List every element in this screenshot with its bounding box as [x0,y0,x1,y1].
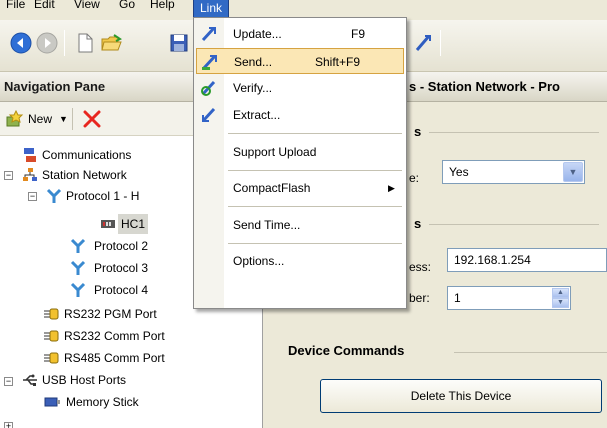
tree-item-label: RS232 Comm Port [64,329,165,343]
menu-item-send-time[interactable]: Send Time... [196,212,404,238]
menu-item-extract[interactable]: Extract... [196,102,404,128]
toolbar-separator [64,30,65,56]
chevron-down-icon[interactable]: ▼ [563,162,583,182]
submenu-arrow-icon: ▶ [388,183,395,193]
menu-item-verify[interactable]: Verify... [196,75,404,101]
serial-port-icon [44,308,59,320]
menu-item-update[interactable]: Update... F9 [196,21,404,47]
tree-item-label: Communications [42,148,132,162]
setting-label: ess: [409,260,432,274]
collapse-toggle[interactable]: − [4,171,13,180]
menu-view[interactable]: View [68,0,106,14]
menu-separator [228,243,402,244]
chevron-down-icon: ▼ [59,114,68,124]
menu-file[interactable]: File [0,0,31,14]
link-menu: Update... F9 Send... Shift+F9 Verify... … [193,17,407,309]
tree-item-label: RS485 Comm Port [64,351,165,365]
group-divider [429,132,599,133]
menu-item-shortcut: F9 [351,27,366,41]
menu-item-label: Options... [233,254,285,268]
menu-separator [228,170,402,171]
usb-icon [23,374,37,386]
link-arrow-icon[interactable] [412,32,434,54]
menu-item-send[interactable]: Send... Shift+F9 [196,48,404,74]
tree-item-label: Protocol 4 [94,283,149,297]
setting-label: ber: [409,291,430,305]
toolbar-separator [440,30,441,56]
spin-up-icon[interactable]: ▲ [552,288,569,298]
network-icon [23,168,37,181]
serial-port-icon [44,330,59,342]
device-commands-title: Device Commands [288,343,405,358]
collapse-toggle[interactable]: − [28,192,37,201]
menu-item-label: Verify... [233,81,273,95]
settings-group-title: s [414,124,422,139]
new-device-icon [6,110,24,127]
delete-icon[interactable] [82,109,102,129]
tree-item-label: Protocol 3 [94,261,149,275]
setting-dropdown[interactable]: Yes ▼ [442,160,585,184]
serial-port-icon [44,352,59,364]
setting-label: e: [409,171,420,185]
device-icon [101,220,115,228]
menu-item-label: Extract... [233,108,281,122]
ip-address-value: 192.168.1.254 [454,253,531,267]
tree-item-label: Protocol 2 [94,239,149,253]
menu-item-support-upload[interactable]: Support Upload [196,139,404,165]
delete-device-button[interactable]: Delete This Device [320,379,602,413]
protocol-icon [70,282,86,297]
spin-down-icon[interactable]: ▼ [552,298,569,308]
new-button-label: New [28,112,53,126]
update-icon [201,26,216,42]
menu-separator [228,133,402,134]
collapse-toggle[interactable]: − [4,377,13,386]
tree-item-label: RS232 PGM Port [64,307,157,321]
device-settings-title-text: s - Station Network - Pro [409,79,560,94]
stepper-value: 1 [454,291,461,305]
protocol-icon [70,238,86,253]
group-divider [429,224,599,225]
menu-item-label: Support Upload [233,145,317,159]
menu-item-options[interactable]: Options... [196,248,404,274]
menu-edit[interactable]: Edit [28,0,61,14]
toolbar-separator [72,108,73,130]
forward-icon[interactable] [36,32,58,54]
menu-go[interactable]: Go [113,0,141,14]
verify-icon [201,80,216,96]
protocol-icon [70,260,86,275]
tree-item-label: USB Host Ports [42,373,127,387]
menu-item-label: Send Time... [233,218,301,232]
open-folder-icon[interactable] [100,32,122,54]
new-document-icon[interactable] [74,32,96,54]
tree-item-label: HC1 [118,214,149,234]
save-icon[interactable] [168,32,190,54]
menu-separator [228,206,402,207]
number-stepper[interactable]: 1 ▲ ▼ [447,286,571,310]
communications-icon [24,148,36,162]
back-icon[interactable] [10,32,32,54]
extract-icon [201,107,216,123]
settings-group-title: s [414,216,422,231]
tree-item-label: Protocol 1 - H [66,189,140,203]
menu-item-compactflash[interactable]: CompactFlash ▶ [196,175,404,201]
ip-address-field[interactable]: 192.168.1.254 [447,248,607,272]
dropdown-value: Yes [449,165,469,179]
collapse-toggle[interactable]: + [4,422,13,428]
menu-item-label: Update... [233,27,282,41]
menu-help[interactable]: Help [144,0,181,14]
memory-stick-icon [44,397,60,407]
menu-item-label: Send... [234,55,273,69]
group-divider [454,352,607,353]
send-icon [202,54,217,70]
menu-item-label: CompactFlash [233,181,311,195]
spin-buttons[interactable]: ▲ ▼ [552,288,569,308]
tree-item-label: Memory Stick [66,395,139,409]
menu-item-shortcut: Shift+F9 [315,55,361,69]
protocol-icon [46,188,62,203]
tree-item-label: Station Network [42,168,127,182]
